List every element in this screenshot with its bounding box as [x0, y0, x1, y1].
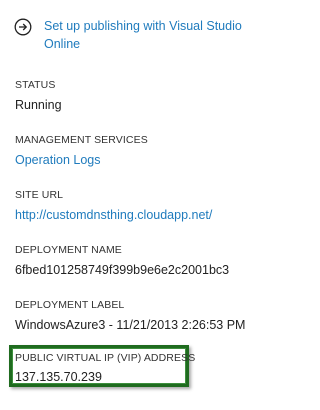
deployment-label-value: WindowsAzure3 - 11/21/2013 2:26:53 PM [15, 318, 246, 332]
site-url-link[interactable]: http://customdnsthing.cloudapp.net/ [15, 208, 212, 222]
status-value: Running [15, 98, 62, 112]
site-url-section: SITE URL http://customdnsthing.cloudapp.… [15, 188, 251, 224]
deployment-name-label: DEPLOYMENT NAME [15, 244, 122, 256]
management-services-section: MANAGEMENT SERVICES Operation Logs [15, 133, 251, 169]
vip-value: 137.135.70.239 [15, 370, 102, 384]
arrow-right-circle-icon [14, 18, 32, 36]
deployment-label-label: DEPLOYMENT LABEL [15, 299, 125, 311]
deployment-label-section: DEPLOYMENT LABEL WindowsAzure3 - 11/21/2… [15, 298, 251, 334]
deployment-name-value: 6fbed101258749f399b9e6e2c2001bc3 [15, 263, 230, 277]
management-services-label: MANAGEMENT SERVICES [15, 134, 148, 146]
deployment-name-section: DEPLOYMENT NAME 6fbed101258749f399b9e6e2… [15, 243, 251, 279]
status-section: STATUS Running [15, 78, 251, 114]
vip-section: PUBLIC VIRTUAL IP (VIP) ADDRESS 137.135.… [15, 351, 251, 386]
operation-logs-link[interactable]: Operation Logs [15, 153, 100, 167]
vip-label: PUBLIC VIRTUAL IP (VIP) ADDRESS [15, 352, 196, 364]
site-url-label: SITE URL [15, 189, 64, 201]
publish-link[interactable]: Set up publishing with Visual Studio Onl… [14, 17, 250, 53]
publish-link-label: Set up publishing with Visual Studio Onl… [44, 19, 242, 51]
status-label: STATUS [15, 79, 56, 91]
